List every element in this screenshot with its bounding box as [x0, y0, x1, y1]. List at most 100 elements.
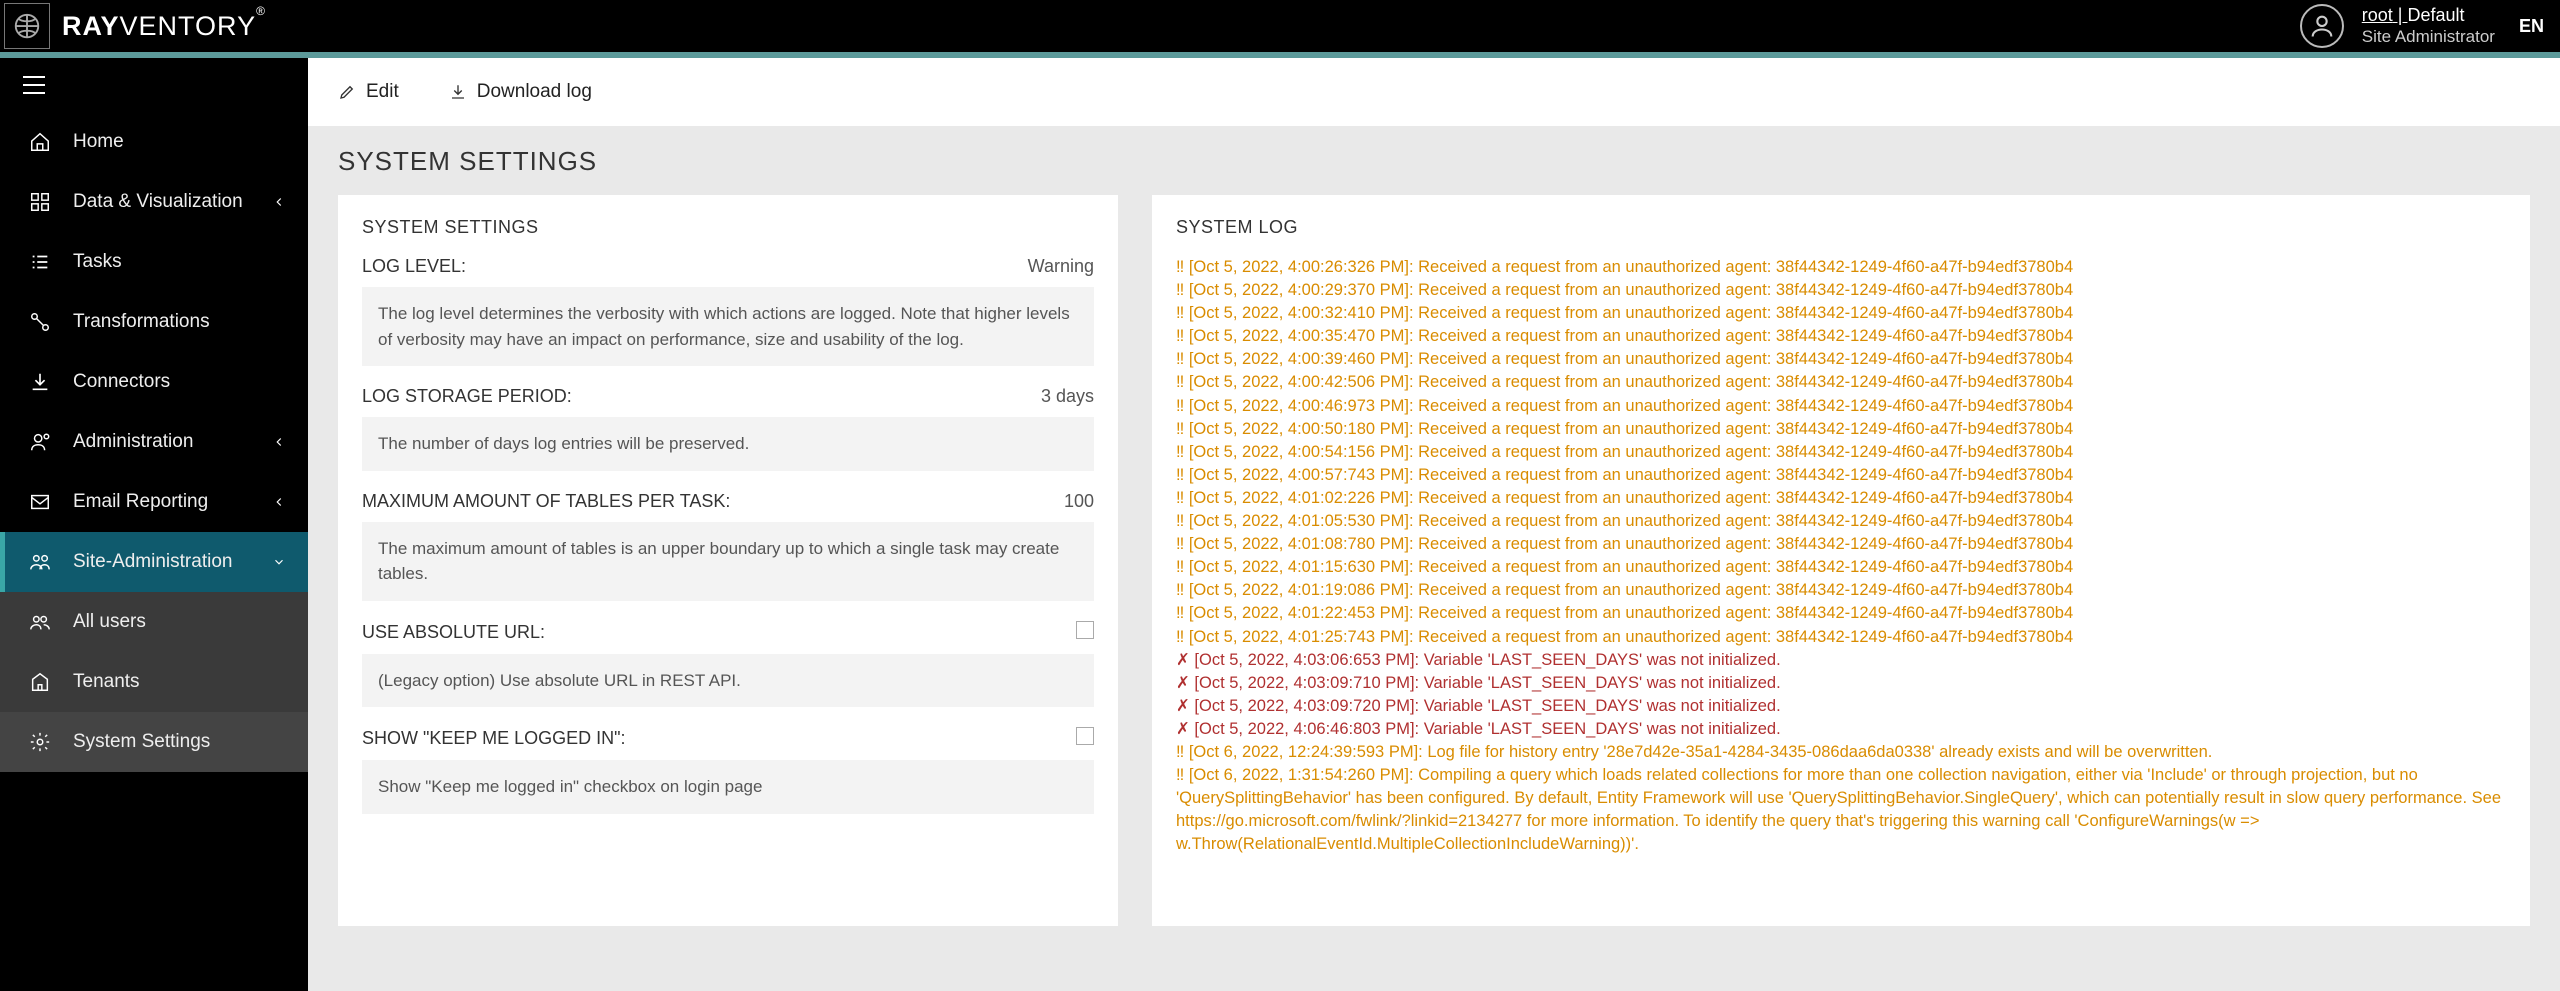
chevron-left-icon [272, 435, 286, 449]
download-label: Download log [477, 81, 592, 103]
setting-row[interactable]: SHOW "KEEP ME LOGGED IN": [362, 727, 1094, 750]
log-entry: ‼ [Oct 5, 2022, 4:00:39:460 PM]: Receive… [1176, 348, 2506, 371]
log-entry: ‼ [Oct 5, 2022, 4:01:19:086 PM]: Receive… [1176, 579, 2506, 602]
sidebar-item-label: Tasks [73, 251, 286, 273]
setting-value: 100 [1064, 491, 1094, 512]
sidebar-item-label: Tenants [73, 671, 286, 693]
log-entry: ‼ [Oct 5, 2022, 4:00:26:326 PM]: Receive… [1176, 256, 2506, 279]
sidebar-submenu: All users Tenants System Settings [0, 592, 308, 772]
settings-panel: SYSTEM SETTINGS LOG LEVEL:WarningThe log… [338, 195, 1118, 926]
site-admin-icon [27, 551, 53, 573]
setting-description: The log level determines the verbosity w… [362, 287, 1094, 366]
sidebar-item-transformations[interactable]: Transformations [0, 292, 308, 352]
language-selector[interactable]: EN [2519, 16, 2544, 37]
log-entry: ‼ [Oct 5, 2022, 4:00:29:370 PM]: Receive… [1176, 279, 2506, 302]
log-entry: ‼ [Oct 5, 2022, 4:01:25:743 PM]: Receive… [1176, 626, 2506, 649]
log-entry: ‼ [Oct 5, 2022, 4:00:35:470 PM]: Receive… [1176, 325, 2506, 348]
sidebar-sub-tenants[interactable]: Tenants [0, 652, 308, 712]
setting-label: SHOW "KEEP ME LOGGED IN": [362, 728, 626, 749]
sidebar: Home Data & Visualization Tasks Transfor… [0, 58, 308, 991]
log-entry: ‼ [Oct 5, 2022, 4:00:54:156 PM]: Receive… [1176, 441, 2506, 464]
log-entry: ‼ [Oct 6, 2022, 1:31:54:260 PM]: Compili… [1176, 764, 2506, 856]
page-title: SYSTEM SETTINGS [308, 126, 2560, 195]
log-entry: ‼ [Oct 5, 2022, 4:00:42:506 PM]: Receive… [1176, 371, 2506, 394]
chevron-down-icon [272, 555, 286, 569]
accent-strip [0, 52, 2560, 58]
setting-value [1076, 727, 1094, 750]
sidebar-item-label: Connectors [73, 371, 286, 393]
setting-row[interactable]: MAXIMUM AMOUNT OF TABLES PER TASK: 100 [362, 491, 1094, 512]
log-entry: ✗ [Oct 5, 2022, 4:06:46:803 PM]: Variabl… [1176, 718, 2506, 741]
download-icon [449, 83, 467, 101]
download-icon [27, 371, 53, 393]
transform-icon [27, 311, 53, 333]
avatar [2300, 4, 2344, 48]
setting-description: (Legacy option) Use absolute URL in REST… [362, 654, 1094, 708]
sidebar-item-administration[interactable]: Administration [0, 412, 308, 472]
sidebar-item-tasks[interactable]: Tasks [0, 232, 308, 292]
edit-icon [338, 83, 356, 101]
main-region: Edit Download log SYSTEM SETTINGS SYSTEM… [308, 58, 2560, 991]
users-icon [27, 611, 53, 633]
chevron-left-icon [272, 495, 286, 509]
user-role: Site Administrator [2362, 27, 2495, 47]
setting-row[interactable]: LOG LEVEL: Warning [362, 256, 1094, 277]
setting-description: The number of days log entries will be p… [362, 417, 1094, 471]
admin-icon [27, 431, 53, 453]
download-log-button[interactable]: Download log [449, 81, 592, 103]
brand-part1: RAY [62, 11, 120, 41]
log-body[interactable]: ‼ [Oct 5, 2022, 4:00:26:326 PM]: Receive… [1176, 256, 2518, 896]
log-entry: ‼ [Oct 5, 2022, 4:00:32:410 PM]: Receive… [1176, 302, 2506, 325]
topbar: RAYVENTORY® root | Default Site Administ… [0, 0, 2560, 52]
setting-label: LOG LEVEL: [362, 256, 466, 277]
sidebar-item-label: System Settings [73, 731, 286, 753]
brand-tm: ® [256, 4, 266, 18]
edit-button[interactable]: Edit [338, 81, 399, 103]
checkbox[interactable] [1076, 727, 1094, 745]
sidebar-sub-all-users[interactable]: All users [0, 592, 308, 652]
checkbox[interactable] [1076, 621, 1094, 639]
setting-row[interactable]: LOG STORAGE PERIOD: 3 days [362, 386, 1094, 407]
list-icon [27, 251, 53, 273]
sidebar-item-label: Transformations [73, 311, 286, 333]
mail-icon [27, 491, 53, 513]
tenant-icon [27, 671, 53, 693]
sidebar-item-email-reporting[interactable]: Email Reporting [0, 472, 308, 532]
system-log-panel: SYSTEM LOG ‼ [Oct 5, 2022, 4:00:26:326 P… [1152, 195, 2530, 926]
user-tenant: Default [2407, 5, 2464, 25]
edit-label: Edit [366, 81, 399, 103]
user-name[interactable]: root [2362, 5, 2393, 25]
actionbar: Edit Download log [308, 58, 2560, 126]
setting-value: Warning [1028, 256, 1094, 277]
log-entry: ‼ [Oct 5, 2022, 4:00:46:973 PM]: Receive… [1176, 395, 2506, 418]
log-entry: ‼ [Oct 5, 2022, 4:01:08:780 PM]: Receive… [1176, 533, 2506, 556]
brand-part2: VENTORY [120, 11, 257, 41]
setting-value [1076, 621, 1094, 644]
sidebar-toggle[interactable] [0, 58, 308, 112]
user-block[interactable]: root | Default Site Administrator [2300, 4, 2495, 48]
sidebar-item-label: Home [73, 131, 286, 153]
sidebar-item-connectors[interactable]: Connectors [0, 352, 308, 412]
setting-label: MAXIMUM AMOUNT OF TABLES PER TASK: [362, 491, 730, 512]
sidebar-item-home[interactable]: Home [0, 112, 308, 172]
brand-logo [4, 3, 50, 49]
log-entry: ✗ [Oct 5, 2022, 4:03:09:710 PM]: Variabl… [1176, 672, 2506, 695]
sidebar-item-data-visualization[interactable]: Data & Visualization [0, 172, 308, 232]
sidebar-item-label: All users [73, 611, 286, 633]
setting-value: 3 days [1041, 386, 1094, 407]
sidebar-sub-system-settings[interactable]: System Settings [0, 712, 308, 772]
sidebar-item-label: Site-Administration [73, 551, 272, 573]
log-entry: ‼ [Oct 5, 2022, 4:01:02:226 PM]: Receive… [1176, 487, 2506, 510]
sidebar-item-label: Administration [73, 431, 272, 453]
log-entry: ‼ [Oct 5, 2022, 4:00:50:180 PM]: Receive… [1176, 418, 2506, 441]
log-entry: ‼ [Oct 5, 2022, 4:01:05:530 PM]: Receive… [1176, 510, 2506, 533]
sidebar-item-site-administration[interactable]: Site-Administration [0, 532, 308, 592]
setting-description: Show "Keep me logged in" checkbox on log… [362, 760, 1094, 814]
log-entry: ‼ [Oct 6, 2022, 12:24:39:593 PM]: Log fi… [1176, 741, 2506, 764]
log-entry: ‼ [Oct 5, 2022, 4:01:15:630 PM]: Receive… [1176, 556, 2506, 579]
setting-label: USE ABSOLUTE URL: [362, 622, 545, 643]
log-entry: ‼ [Oct 5, 2022, 4:01:22:453 PM]: Receive… [1176, 602, 2506, 625]
setting-label: LOG STORAGE PERIOD: [362, 386, 572, 407]
setting-row[interactable]: USE ABSOLUTE URL: [362, 621, 1094, 644]
log-entry: ✗ [Oct 5, 2022, 4:03:09:720 PM]: Variabl… [1176, 695, 2506, 718]
